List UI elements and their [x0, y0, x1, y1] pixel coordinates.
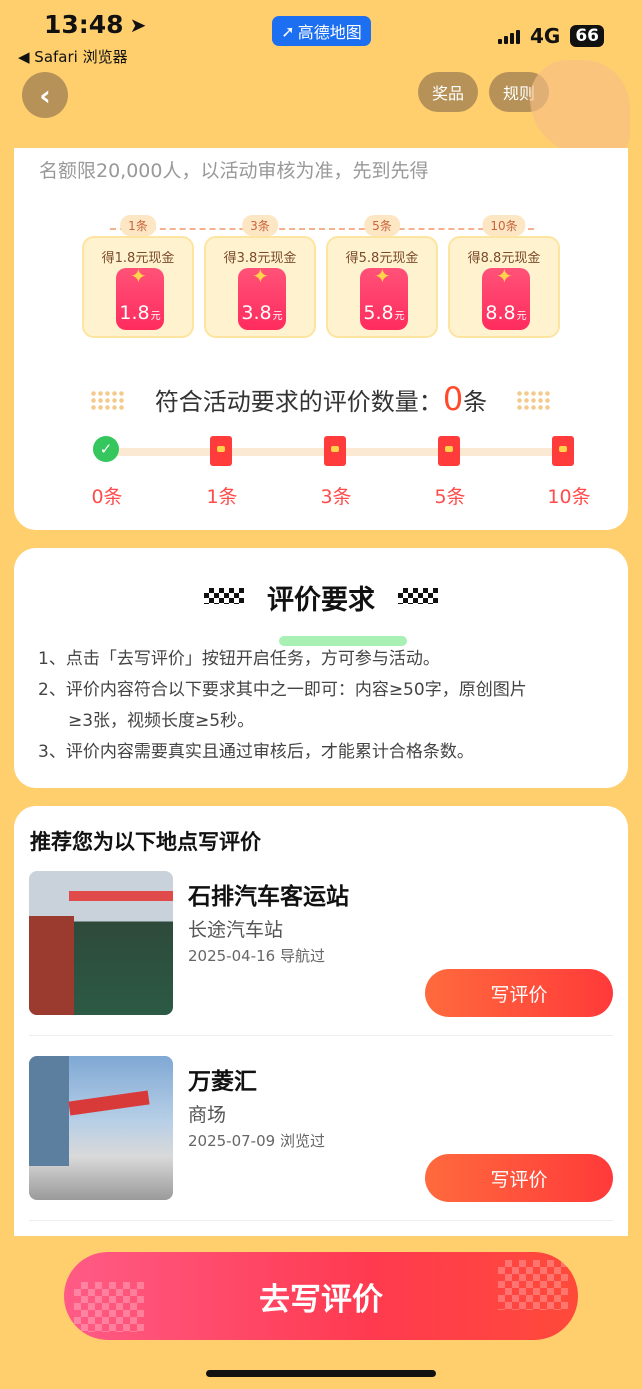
tier-badge: 1条 — [120, 215, 156, 236]
divider — [29, 1035, 613, 1036]
reward-box: 得5.8元现金 ✦ 5.8 元 — [326, 236, 438, 338]
red-envelope-icon — [324, 436, 346, 466]
milestone-label: 5条 — [434, 486, 466, 508]
reward-unit: 元 — [394, 311, 405, 322]
network-type: 4G — [529, 24, 561, 48]
home-indicator[interactable] — [206, 1370, 436, 1377]
progress-card: 名额限20,000人，以活动审核为准，先到先得 得1.8元现金 ✦ 1.8 元 1条… — [14, 148, 628, 530]
write-review-button[interactable]: 写评价 — [425, 969, 613, 1017]
progress-track: ✓ 0条 1条 3条 5条 10条 — [91, 436, 591, 508]
place-item: 石排汽车客运站 长途汽车站 2025-04-16 导航过 写评价 — [29, 871, 613, 1036]
reward-tier: 得5.8元现金 ✦ 5.8 元 5条 — [326, 214, 438, 338]
sparkle-icon: ✦ — [374, 264, 391, 288]
status-time: 13:48 ➤ — [44, 10, 146, 39]
battery-icon: 66 — [570, 25, 604, 47]
milestone-node — [438, 436, 466, 466]
red-envelope-icon — [210, 436, 232, 466]
quota-text: 名额限20,000人，以活动审核为准，先到先得 — [39, 160, 429, 182]
red-envelope-icon — [552, 436, 574, 466]
reward-tier: 得3.8元现金 ✦ 3.8 元 3条 — [204, 214, 316, 338]
tier-badge: 3条 — [242, 215, 278, 236]
sparkle-icon: ✦ — [130, 264, 147, 288]
location-arrow-icon: ➤ — [129, 12, 147, 37]
place-item: 万菱汇 商场 2025-07-09 浏览过 写评价 — [29, 1056, 613, 1221]
milestone-node — [210, 436, 238, 466]
milestone-node — [552, 436, 580, 466]
tier-badge: 10条 — [482, 215, 526, 236]
navigation-arrow-icon: ➚ — [281, 21, 295, 41]
requirements-title: 评价要求 — [14, 578, 628, 646]
reward-unit: 元 — [150, 311, 161, 322]
place-photo[interactable] — [29, 1056, 173, 1200]
milestone-label: 1条 — [206, 486, 238, 508]
red-envelope-icon: ✦ 3.8 元 — [238, 264, 286, 330]
reward-tiers: 得1.8元现金 ✦ 1.8 元 1条 得3.8元现金 ✦ 3.8 元 3条 得5.8元现… — [82, 214, 562, 338]
requirements-title-text: 评价要求 — [267, 585, 375, 616]
red-envelope-icon: ✦ 1.8 元 — [116, 264, 164, 330]
reward-unit: 元 — [272, 311, 283, 322]
write-review-button[interactable]: 写评价 — [425, 1154, 613, 1202]
reward-unit: 元 — [516, 311, 527, 322]
check-icon: ✓ — [93, 436, 119, 462]
place-visit-date: 2025-04-16 导航过 — [188, 947, 325, 965]
reward-amount: 1.8 — [119, 302, 150, 324]
sparkle-icon: ✦ — [496, 264, 513, 288]
prize-button[interactable]: 奖品 — [418, 72, 478, 112]
milestone-label: 10条 — [547, 486, 591, 508]
requirement-item: 3、评价内容需要真实且通过审核后，才能累计合格条数。 — [38, 742, 474, 762]
chevron-left-icon: ‹ — [39, 78, 51, 112]
signal-icon — [497, 28, 520, 44]
current-app-name: 高德地图 — [297, 23, 362, 42]
tier-badge: 5条 — [364, 215, 400, 236]
pointing-hand-decoration — [530, 60, 630, 155]
status-indicators: 4G 66 — [497, 24, 604, 48]
review-count-value: 0 — [442, 380, 464, 418]
requirement-item: ≥3张，视频长度≥5秒。 — [68, 711, 255, 731]
sparkle-icon: ✦ — [252, 264, 269, 288]
requirement-item: 1、点击「去写评价」按钮开启任务，方可参与活动。 — [38, 649, 440, 669]
reward-tier: 得1.8元现金 ✦ 1.8 元 1条 — [82, 214, 194, 338]
place-category: 商场 — [188, 1104, 227, 1126]
milestone-node: ✓ — [93, 436, 121, 466]
reward-amount: 3.8 — [241, 302, 272, 324]
red-envelope-icon — [438, 436, 460, 466]
reward-tier: 得8.8元现金 ✦ 8.8 元 10条 — [448, 214, 560, 338]
reward-box: 得3.8元现金 ✦ 3.8 元 — [204, 236, 316, 338]
go-write-review-button[interactable]: 去写评价 — [64, 1252, 578, 1340]
reward-amount: 8.8 — [485, 302, 516, 324]
requirements-list: 1、点击「去写评价」按钮开启任务，方可参与活动。 2、评价内容符合以下要求其中之… — [38, 644, 604, 768]
milestone-label: 3条 — [320, 486, 352, 508]
milestone-label: 0条 — [91, 486, 123, 508]
milestone-node — [324, 436, 352, 466]
review-count-unit: 条 — [463, 388, 488, 416]
cta-label: 去写评价 — [259, 1281, 383, 1318]
place-category: 长途汽车站 — [188, 919, 284, 941]
requirements-card: 评价要求 1、点击「去写评价」按钮开启任务，方可参与活动。 2、评价内容符合以下… — [14, 548, 628, 788]
current-app-pill: ➚ 高德地图 — [272, 16, 371, 46]
place-name[interactable]: 万菱汇 — [188, 1062, 257, 1096]
reward-box: 得1.8元现金 ✦ 1.8 元 — [82, 236, 194, 338]
recommend-title: 推荐您为以下地点写评价 — [30, 830, 261, 854]
clock: 13:48 — [44, 10, 124, 39]
back-to-safari[interactable]: ◀ Safari 浏览器 — [18, 46, 128, 67]
review-count: 符合活动要求的评价数量：0条 — [14, 380, 628, 418]
recommend-card: 推荐您为以下地点写评价 石排汽车客运站 长途汽车站 2025-04-16 导航过… — [14, 806, 628, 1236]
back-button[interactable]: ‹ — [22, 72, 68, 118]
red-envelope-icon: ✦ 8.8 元 — [482, 264, 530, 330]
red-envelope-icon: ✦ 5.8 元 — [360, 264, 408, 330]
divider — [29, 1220, 613, 1221]
place-visit-date: 2025-07-09 浏览过 — [188, 1132, 325, 1150]
requirement-item: 2、评价内容符合以下要求其中之一即可：内容≥50字，原创图片 — [38, 680, 527, 700]
place-photo[interactable] — [29, 871, 173, 1015]
reward-amount: 5.8 — [363, 302, 394, 324]
reward-box: 得8.8元现金 ✦ 8.8 元 — [448, 236, 560, 338]
place-name[interactable]: 石排汽车客运站 — [188, 877, 349, 911]
review-count-label: 符合活动要求的评价数量： — [154, 388, 443, 416]
battery-level: 66 — [575, 26, 599, 46]
